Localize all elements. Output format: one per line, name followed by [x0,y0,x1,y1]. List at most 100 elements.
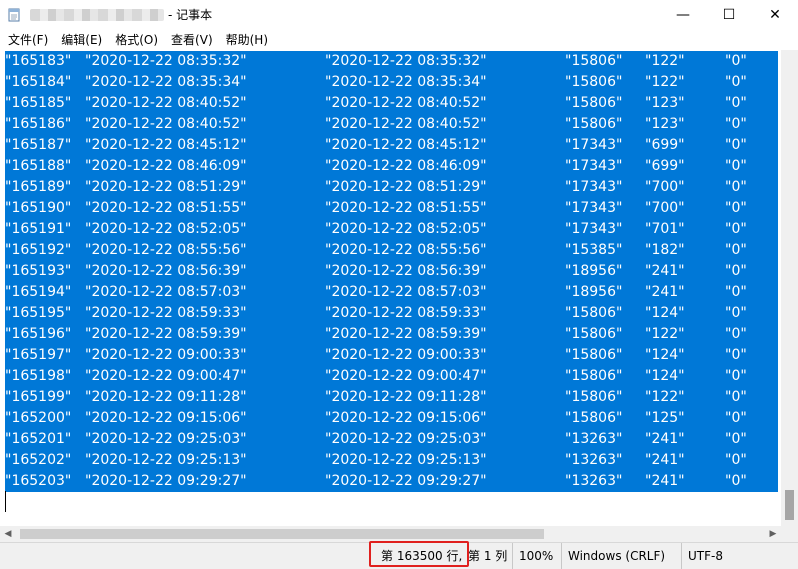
line-field: "2020-12-22 08:35:32" [325,53,487,69]
menu-format[interactable]: 格式(O) [110,30,163,50]
line-field: "2020-12-22 08:57:03" [85,284,247,300]
line-field: "0" [725,284,747,300]
line-field: "18956" [565,263,623,279]
minimize-button[interactable]: — [660,0,706,30]
line-field: "2020-12-22 08:35:34" [325,74,487,90]
line-field: "2020-12-22 09:11:28" [85,389,247,405]
line-field: "124" [645,347,685,363]
line-field: "0" [725,158,747,174]
line-field: "701" [645,221,685,237]
line-field: "2020-12-22 09:00:47" [325,368,487,384]
line-field: "15806" [565,74,623,90]
line-field: "165198" [5,368,72,384]
menu-help[interactable]: 帮助(H) [221,30,273,50]
line-field: "165199" [5,389,72,405]
menu-edit[interactable]: 编辑(E) [56,30,107,50]
line-field: "165187" [5,137,72,153]
scroll-right-arrow-icon[interactable]: ▶ [765,526,781,542]
line-field: "0" [725,221,747,237]
line-field: "2020-12-22 08:46:09" [85,158,247,174]
text-editor[interactable]: "165183" "2020-12-22 08:35:32" "2020-12-22… [0,50,781,526]
line-field: "165189" [5,179,72,195]
line-field: "2020-12-22 08:57:03" [325,284,487,300]
line-field: "13263" [565,473,623,489]
line-field: "2020-12-22 09:00:33" [325,347,487,363]
line-field: "165200" [5,410,72,426]
line-field: "13263" [565,452,623,468]
line-field: "2020-12-22 08:35:34" [85,74,247,90]
line-field: "2020-12-22 09:29:27" [85,473,247,489]
line-field: "2020-12-22 08:40:52" [85,116,247,132]
line-field: "0" [725,368,747,384]
menu-bar: 文件(F) 编辑(E) 格式(O) 查看(V) 帮助(H) [0,30,798,50]
notepad-icon [8,8,20,22]
horizontal-scroll-thumb[interactable] [20,529,544,539]
line-field: "0" [725,116,747,132]
line-field: "0" [725,200,747,216]
line-field: "165197" [5,347,72,363]
line-field: "17343" [565,179,623,195]
line-field: "2020-12-22 09:25:13" [325,452,487,468]
line-field: "123" [645,95,685,111]
line-field: "2020-12-22 08:55:56" [85,242,247,258]
line-field: "2020-12-22 08:45:12" [325,137,487,153]
line-field: "15806" [565,326,623,342]
line-field: "17343" [565,200,623,216]
line-field: "2020-12-22 09:25:13" [85,452,247,468]
line-field: "15385" [565,242,623,258]
status-bar: 第 163500 行, 第 1 列 100% Windows (CRLF) UT… [0,542,798,569]
line-field: "15806" [565,410,623,426]
line-field: "0" [725,347,747,363]
line-field: "2020-12-22 08:45:12" [85,137,247,153]
line-field: "0" [725,53,747,69]
line-field: "15806" [565,368,623,384]
line-field: "165194" [5,284,72,300]
line-field: "122" [645,53,685,69]
line-field: "122" [645,74,685,90]
line-field: "0" [725,305,747,321]
line-field: "2020-12-22 08:56:39" [325,263,487,279]
line-field: "165201" [5,431,72,447]
line-field: "2020-12-22 09:25:03" [85,431,247,447]
line-field: "123" [645,116,685,132]
horizontal-scrollbar[interactable]: ◀ ▶ [0,526,781,542]
line-field: "2020-12-22 09:00:33" [85,347,247,363]
close-button[interactable]: ✕ [752,0,798,30]
line-field: "165185" [5,95,72,111]
line-field: "2020-12-22 09:15:06" [85,410,247,426]
redacted-file-name [30,9,164,21]
status-line-ending: Windows (CRLF) [561,543,665,569]
line-field: "0" [725,179,747,195]
line-field: "182" [645,242,685,258]
line-field: "0" [725,263,747,279]
line-field: "2020-12-22 08:40:52" [85,95,247,111]
line-field: "2020-12-22 08:59:33" [85,305,247,321]
line-field: "2020-12-22 08:40:52" [325,116,487,132]
text-caret [5,491,6,512]
line-field: "165196" [5,326,72,342]
line-field: "165191" [5,221,72,237]
line-field: "165190" [5,200,72,216]
title-bar: - 记事本 — ☐ ✕ [0,0,798,30]
line-field: "241" [645,452,685,468]
scroll-left-arrow-icon[interactable]: ◀ [0,526,16,542]
line-field: "700" [645,200,685,216]
menu-view[interactable]: 查看(V) [166,30,218,50]
line-field: "124" [645,305,685,321]
line-field: "0" [725,74,747,90]
vertical-scrollbar[interactable] [781,50,798,526]
line-field: "0" [725,95,747,111]
line-field: "15806" [565,53,623,69]
line-field: "699" [645,137,685,153]
line-field: "165183" [5,53,72,69]
line-field: "15806" [565,347,623,363]
line-field: "165202" [5,452,72,468]
line-field: "241" [645,473,685,489]
line-field: "0" [725,326,747,342]
line-field: "165195" [5,305,72,321]
vertical-scroll-thumb[interactable] [785,490,794,520]
minimize-icon: — [676,7,690,23]
menu-file[interactable]: 文件(F) [3,30,53,50]
line-field: "0" [725,473,747,489]
maximize-button[interactable]: ☐ [706,0,752,30]
